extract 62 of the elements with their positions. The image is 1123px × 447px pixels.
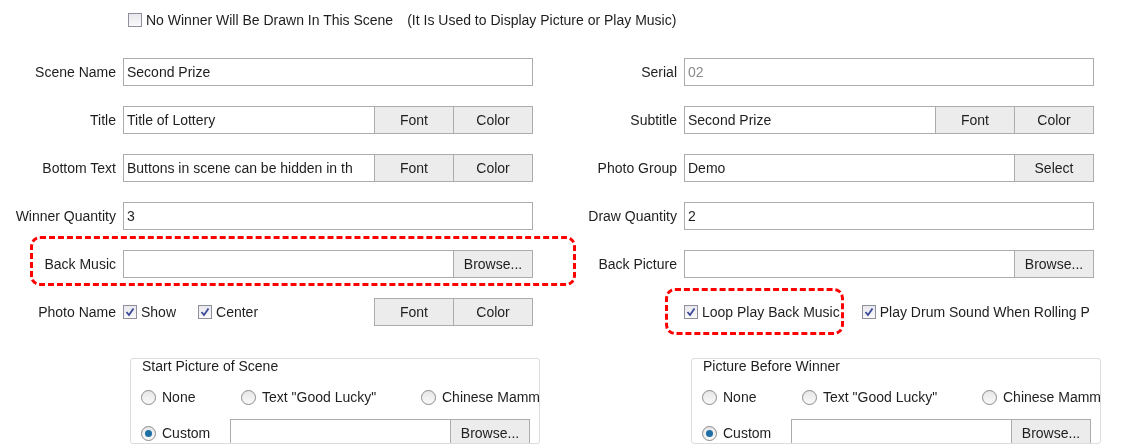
radio-label: Chinese Mamm bbox=[1003, 387, 1100, 407]
field-label: Serial bbox=[641, 63, 677, 80]
checkbox[interactable] bbox=[198, 305, 213, 319]
radio-label: Custom bbox=[723, 423, 772, 443]
field-label: Title bbox=[90, 111, 116, 128]
input-field[interactable]: 3 bbox=[123, 202, 533, 230]
radio-button[interactable] bbox=[802, 389, 817, 405]
button[interactable]: Select bbox=[1014, 154, 1094, 182]
field-label: Back Music bbox=[44, 255, 116, 272]
hint-text: (It Is Used to Display Picture or Play Music) bbox=[407, 10, 677, 30]
field-label: Subtitle bbox=[630, 111, 677, 128]
input-field[interactable] bbox=[791, 419, 1012, 443]
checkbox[interactable] bbox=[684, 305, 698, 319]
radio-label: None bbox=[162, 387, 196, 407]
field-label: Photo Group bbox=[597, 159, 677, 176]
button[interactable]: Color bbox=[453, 154, 533, 182]
button[interactable]: Color bbox=[453, 298, 533, 326]
radio-button[interactable] bbox=[982, 389, 997, 405]
checkbox-label: Show bbox=[141, 302, 177, 322]
input-field[interactable]: Second Prize bbox=[123, 58, 533, 86]
radio-button[interactable] bbox=[141, 425, 156, 441]
input-field[interactable]: Title of Lottery bbox=[123, 106, 375, 134]
checkbox-label: Loop Play Back Music bbox=[702, 302, 840, 322]
radio-label: Chinese Mamm bbox=[442, 387, 539, 407]
button[interactable]: Font bbox=[374, 154, 454, 182]
field-label: Back Picture bbox=[598, 255, 677, 272]
input-field[interactable] bbox=[684, 250, 1015, 278]
radio-button[interactable] bbox=[241, 389, 256, 405]
input-field[interactable]: 2 bbox=[684, 202, 1094, 230]
radio-button[interactable] bbox=[141, 389, 156, 405]
input-field[interactable] bbox=[123, 250, 454, 278]
button[interactable]: Font bbox=[374, 298, 454, 326]
radio-label: Text "Good Lucky" bbox=[823, 387, 938, 407]
radio-label: Custom bbox=[162, 423, 211, 443]
input-field[interactable]: Demo bbox=[684, 154, 1015, 182]
checkbox-label: Play Drum Sound When Rolling P bbox=[879, 302, 1090, 322]
button[interactable]: Font bbox=[935, 106, 1015, 134]
button[interactable]: Browse... bbox=[450, 419, 530, 443]
button[interactable]: Color bbox=[453, 106, 533, 134]
field-label: Bottom Text bbox=[42, 159, 116, 176]
field-label: Winner Quantity bbox=[15, 207, 116, 224]
checkbox[interactable] bbox=[123, 305, 137, 319]
radio-label: Text "Good Lucky" bbox=[262, 387, 377, 407]
radio-button[interactable] bbox=[421, 389, 436, 405]
checkbox[interactable] bbox=[128, 13, 142, 27]
radio-button[interactable] bbox=[702, 389, 717, 405]
field-label: Photo Name bbox=[38, 303, 116, 320]
button[interactable]: Color bbox=[1014, 106, 1094, 134]
field-label: Draw Quantity bbox=[588, 207, 677, 224]
checkbox[interactable] bbox=[861, 305, 876, 319]
checkbox-label: No Winner Will Be Drawn In This Scene bbox=[146, 10, 394, 30]
button[interactable]: Browse... bbox=[1014, 250, 1094, 278]
button[interactable]: Font bbox=[374, 106, 454, 134]
checkbox-label: Center bbox=[216, 302, 259, 322]
radio-button[interactable] bbox=[702, 425, 717, 441]
input-field[interactable]: Second Prize bbox=[684, 106, 936, 134]
button[interactable]: Browse... bbox=[1011, 419, 1091, 443]
radio-label: None bbox=[723, 387, 757, 407]
input-field[interactable]: Buttons in scene can be hidden in th bbox=[123, 154, 375, 182]
field-label: Scene Name bbox=[35, 63, 116, 80]
input-field[interactable] bbox=[230, 419, 451, 443]
button[interactable]: Browse... bbox=[453, 250, 533, 278]
